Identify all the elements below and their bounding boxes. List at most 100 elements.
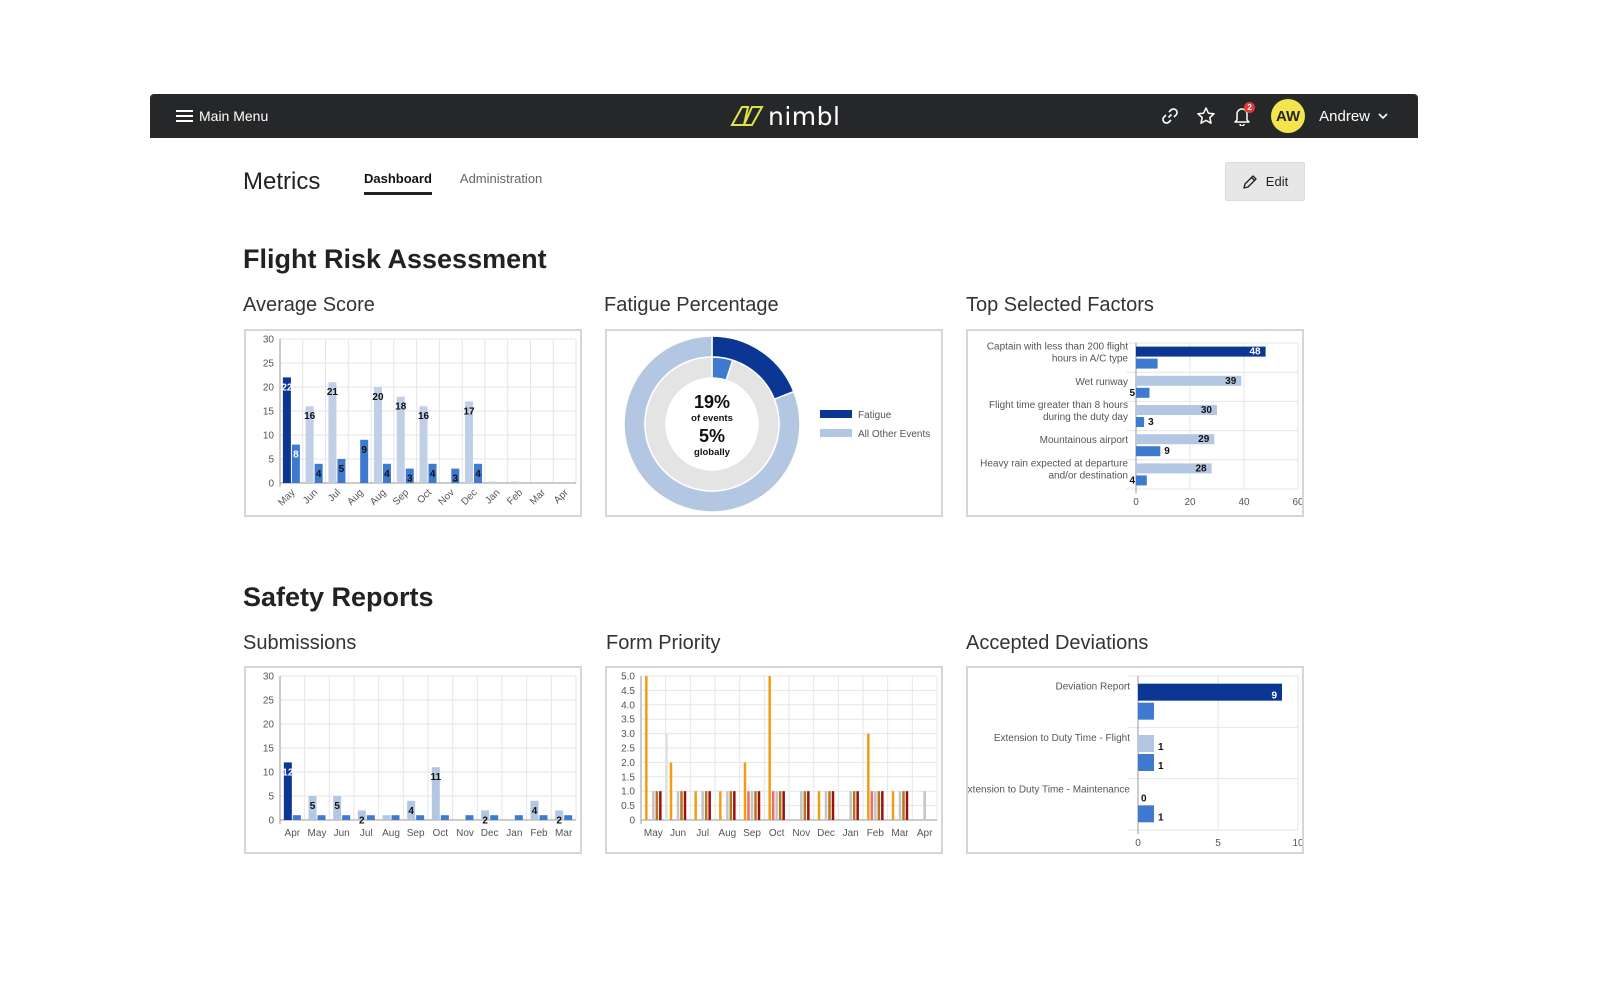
bar-secondary [514, 815, 523, 820]
top-selected-factors-chart[interactable]: 0 20 40 60 Captain with less than 200 flight… [966, 329, 1304, 517]
bar-secondary [440, 815, 449, 820]
bar-brown [803, 791, 807, 820]
y-tick-label: 30 [263, 335, 275, 346]
x-tick-label: Mar [528, 487, 548, 507]
bar-secondary [342, 815, 351, 820]
top-navigation-bar: Main Menu nimbl 2 AW Andrew [150, 94, 1418, 138]
chart-title-average-score: Average Score [243, 294, 375, 316]
bar-primary [1136, 346, 1266, 357]
bar-primary [1138, 683, 1282, 701]
data-label: 1 [1158, 761, 1164, 772]
data-label: 4 [1129, 475, 1135, 486]
x-tick-label: 10 [1292, 838, 1302, 849]
category-label: and/or destination [1048, 470, 1128, 481]
category-label: Deviation Report [1056, 682, 1131, 693]
category-label: Mountainous airport [1040, 435, 1129, 446]
bar-orange [867, 733, 870, 820]
bar-gray [775, 791, 778, 820]
bar-secondary [391, 815, 400, 820]
main-menu-button[interactable]: Main Menu [176, 94, 268, 138]
submissions-chart[interactable]: 0 5 10 15 20 25 30 12 Apr 5 May 5 Jun 2 Jul Aug 4 Sep 11 Oc… [244, 666, 582, 854]
bar-gray [824, 791, 828, 820]
x-tick-label: Jun [301, 487, 320, 506]
legend-swatch [820, 410, 852, 418]
chevron-down-icon [1378, 112, 1388, 119]
bar-orange [817, 791, 821, 820]
x-tick-label: Mar [891, 828, 909, 839]
bar-extra-gray [665, 733, 668, 820]
bar-dark-red [757, 791, 761, 820]
x-tick-label: Feb [867, 828, 885, 839]
bar-orange [719, 791, 722, 820]
tab-administration[interactable]: Administration [460, 171, 542, 195]
link-icon[interactable] [1159, 105, 1181, 127]
bar-brown [902, 791, 905, 820]
section-title-safety-reports: Safety Reports [243, 582, 434, 612]
notifications-bell-icon[interactable]: 2 [1231, 102, 1256, 127]
data-label: 4 [475, 469, 481, 480]
average-score-chart[interactable]: 0 5 10 15 20 25 30 22 8 May 16 4 Jun 21 5 Jul 9 Aug 20 4 Aug… [244, 329, 582, 517]
x-tick-label: Aug [718, 828, 736, 839]
data-label: 20 [372, 392, 384, 403]
x-tick-label: Oct [433, 828, 449, 839]
form-priority-chart[interactable]: 0 0.5 1.0 1.5 2.0 2.5 3.0 3.5 4.0 4.5 5.0 May Jun Jul… [605, 666, 943, 854]
x-tick-label: May [644, 828, 663, 839]
bar-dark-red [659, 791, 662, 820]
data-label: 18 [395, 402, 407, 413]
data-label: 8 [293, 450, 299, 461]
bar-secondary [1138, 754, 1154, 771]
category-label: Extension to Duty Time - Maintenance [968, 784, 1130, 795]
bar-dark-red [856, 791, 859, 820]
data-label: 12 [282, 767, 294, 778]
data-label: 5 [310, 801, 316, 812]
x-tick-label: Sep [391, 487, 412, 508]
logo-mark-icon [730, 106, 764, 126]
user-avatar[interactable]: AW [1271, 99, 1306, 133]
center-percent-events: 19% [694, 392, 730, 412]
bar-dark-red [782, 791, 785, 820]
bar-gray [898, 791, 902, 820]
bar-gray [923, 791, 926, 820]
data-label: 30 [1201, 405, 1213, 416]
x-tick-label: Jan [483, 487, 502, 506]
bar-secondary [366, 815, 375, 820]
bar-dark-red [708, 791, 711, 820]
data-label: 0 [1141, 793, 1147, 804]
data-label: 9 [1164, 446, 1170, 457]
data-label: 5 [1129, 388, 1135, 399]
y-tick-label: 10 [263, 431, 275, 442]
star-icon[interactable] [1195, 105, 1217, 127]
x-tick-label: Feb [530, 828, 548, 839]
data-label: 8 [1162, 359, 1168, 370]
data-label: 4 [408, 806, 414, 817]
bar-secondary [465, 815, 474, 820]
bar-brown [680, 791, 683, 820]
x-tick-label: May [308, 828, 327, 839]
y-tick-label: 5.0 [621, 672, 635, 683]
y-tick-label: 20 [263, 383, 275, 394]
fatigue-percentage-chart[interactable]: 19% of events 5% globally Fatigue All Other E… [605, 329, 943, 517]
x-tick-label: Jul [326, 487, 343, 504]
chart-title-accepted-deviations: Accepted Deviations [966, 632, 1149, 654]
chart-title-fatigue: Fatigue Percentage [604, 294, 779, 316]
data-label: 3 [407, 474, 413, 485]
bar-gray [726, 791, 729, 820]
nimbl-logo[interactable]: nimbl [730, 100, 840, 132]
tab-dashboard[interactable]: Dashboard [364, 171, 432, 195]
user-name: Andrew [1319, 107, 1370, 125]
data-label: 4 [316, 469, 322, 480]
y-tick-label: 3.0 [621, 729, 635, 740]
chart-title-form-priority: Form Priority [606, 632, 721, 654]
user-menu-dropdown[interactable]: Andrew [1319, 108, 1388, 125]
accepted-deviations-chart[interactable]: 0 5 10 Deviation Report 9 Extension to Duty T… [966, 666, 1304, 854]
section-title-flight-risk: Flight Risk Assessment [243, 244, 547, 274]
x-tick-label: Nov [456, 828, 474, 839]
x-tick-label: Dec [481, 828, 499, 839]
x-tick-label: Dec [817, 828, 835, 839]
bar-gray [652, 791, 655, 820]
logo-text: nimbl [768, 101, 841, 131]
bar-brown [778, 791, 782, 820]
edit-button[interactable]: Edit [1225, 162, 1305, 201]
y-tick-label: 2.0 [621, 758, 635, 769]
data-label: 5 [334, 801, 340, 812]
